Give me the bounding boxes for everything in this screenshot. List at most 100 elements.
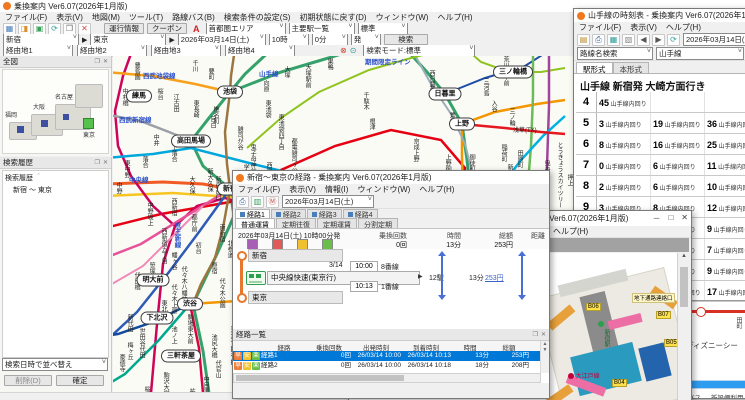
operation-info-button[interactable]: 運行情報 [104,23,144,34]
overview-panel-header[interactable]: 全図 ❐✕ [0,56,111,68]
map-icon[interactable]: ▣ [33,23,46,35]
timetable-cell[interactable]: 8 山手線内回り [597,134,651,154]
route-list-vscrollbar[interactable]: ▲▼ [540,341,549,373]
menu-item[interactable]: 地図(M) [92,12,120,23]
segment-fare-link[interactable]: 253円 [485,273,504,283]
history-confirm-button[interactable]: 確定 [56,375,104,386]
delete-icon[interactable]: ✕ [78,23,91,35]
route-icon[interactable]: ◨ [18,23,31,35]
map-major-station[interactable]: 明大前 [137,274,170,287]
map-major-station[interactable]: 三軒茶屋 [161,350,201,363]
timetable-cell[interactable]: 17 山手線内回り (大崎止) [705,281,745,301]
font-icon[interactable]: A [193,24,200,34]
menu-item[interactable]: ファイル(F) [579,22,621,33]
timetable-cell[interactable]: 25 山手線内回り [705,134,745,154]
panel-float-icon[interactable]: ❐ [533,331,538,338]
minimize-button[interactable]: － [652,213,660,224]
japan-overview-map[interactable]: 福岡 大阪 名古屋 東京 [2,69,109,154]
timetable-cell[interactable]: 9 山手線内回り [705,218,745,238]
print-icon[interactable]: ⎙ [236,196,249,208]
menu-item[interactable]: 情報(I) [325,184,349,195]
refresh-icon[interactable]: ⟳ [48,23,61,35]
route-list-row[interactable]: 早安楽経路20回26/03/14 10:0026/03/14 10:1818分2… [233,361,541,371]
timetable-cell[interactable]: 2 山手線内回り [597,176,651,196]
prev-icon[interactable]: ◀ [637,34,650,46]
swap-stations-icon[interactable]: ⊙ [350,46,357,55]
timetable-cell[interactable]: 6 山手線内回り [651,155,705,175]
menu-item[interactable]: 路線バス(B) [172,12,215,23]
grid-icon[interactable]: ▦ [607,34,620,46]
menu-item[interactable]: ヘルプ(H) [666,22,701,33]
clear-via-icon[interactable]: ⊗ [340,46,347,55]
route-date-select[interactable]: 2026年03月14日(土) [282,195,374,208]
menu-item[interactable]: ウィンドウ(W) [357,184,410,195]
history-sort-select[interactable]: 検索日時で並べ替え [2,358,108,371]
timetable-cell[interactable]: 19 山手線内回り [651,113,705,133]
menu-item[interactable]: ヘルプ(H) [419,184,454,195]
panel-close-icon[interactable]: ✕ [103,159,108,166]
map-major-station[interactable]: 三ノ輪橋 [493,66,533,79]
timetable-date-select[interactable]: 2026年03月14日(土) [683,33,745,46]
panel-float-icon[interactable]: ❐ [95,58,100,65]
map-major-station[interactable]: 池袋 [217,86,243,99]
tokyo-marker[interactable] [83,118,94,129]
route-list-row[interactable]: 早安楽経路10回26/03/14 10:0026/03/14 10:1313分2… [233,351,541,361]
menu-item[interactable]: ヘルプ(H) [553,226,588,237]
map-major-station[interactable]: 練馬 [126,90,152,103]
timetable-cell[interactable]: 9 山手線内回り [705,260,745,280]
history-item[interactable]: 新宿 ～ 東京 [5,185,106,195]
map-major-station[interactable]: 渋谷 [177,298,203,311]
history-panel-header[interactable]: 検索履歴 ❐✕ [0,157,111,169]
menu-item[interactable]: 表示(V) [289,184,316,195]
map-mark-icon[interactable]: Ⓜ [266,196,279,208]
coupon-button[interactable]: クーポン [147,23,187,34]
list-icon[interactable]: ▧ [622,34,635,46]
reload-icon[interactable]: ⟳ [667,34,680,46]
timetable-cell[interactable]: 10 山手線内回り [705,176,745,196]
history-list[interactable]: 検索履歴 ＾ 新宿 ～ 東京 [2,170,109,358]
new-service-option[interactable]: 新設便利用 [711,395,744,398]
timetable-cell[interactable]: 6 山手線内回り [651,176,705,196]
panel-float-icon[interactable]: ❐ [95,159,100,166]
menu-item[interactable]: ファイル(F) [5,12,47,23]
maximize-button[interactable]: □ [668,213,673,224]
origin-station-box[interactable]: 新宿 [248,249,343,262]
timetable-cell[interactable]: 45 山手線内回り [597,92,651,112]
history-delete-button[interactable]: 削除(D) [4,375,52,386]
line-select[interactable]: 山手線 [656,47,744,60]
timetable-cell[interactable]: 12 山手線内回り [705,197,745,217]
route-list-hscrollbar[interactable] [233,373,541,383]
menu-item[interactable]: ヘルプ(H) [437,12,472,23]
print-icon[interactable]: ⎙ [592,34,605,46]
copy-icon[interactable]: ❐ [63,23,76,35]
map-major-station[interactable]: 下北沢 [141,312,174,325]
menu-item[interactable]: ウィンドウ(W) [376,12,429,23]
timetable-cell[interactable]: 16 山手線内回り [651,134,705,154]
search-button[interactable]: 検索 [384,34,428,45]
line-expand-icon[interactable]: ▶ [418,273,423,280]
destination-station-box[interactable]: 東京 [248,291,343,304]
map-major-station[interactable]: 日暮里 [429,88,462,101]
map-major-station[interactable]: 高田馬場 [171,135,211,148]
panel-close-icon[interactable]: ✕ [103,58,108,65]
map-major-station[interactable]: 上野 [449,118,475,131]
timetable-cell[interactable]: 36 山手線内回り [705,113,745,133]
menu-item[interactable]: 初期状態に戻す(D) [299,12,366,23]
timetable-cell[interactable]: 0 山手線内回り [597,155,651,175]
save-icon[interactable]: ▥ [251,196,264,208]
save-icon[interactable]: ▤ [577,34,590,46]
arrival-time-box[interactable]: 10:13 [350,281,378,292]
next-icon[interactable]: ▶ [652,34,665,46]
menu-item[interactable]: ファイル(F) [238,184,280,195]
menu-item[interactable]: ツール(T) [129,12,163,23]
to-arrow-icon[interactable]: ▶ [169,36,174,44]
menu-item[interactable]: 検索条件の設定(S) [224,12,291,23]
line-search-select[interactable]: 路線名検索 [577,47,653,60]
close-button[interactable]: ✕ [681,213,688,224]
timetable-footer-options[interactable]: バス 新設便利用 [688,392,743,398]
from-to-arrow-icon[interactable]: ▶ [82,36,87,44]
timetable-cell[interactable]: 7 山手線内回り [705,239,745,259]
menu-item[interactable]: 表示(V) [56,12,83,23]
timetable-cell[interactable]: 11 山手線内回り [705,155,745,175]
ad-text[interactable]: ディズニーシー [686,340,738,351]
